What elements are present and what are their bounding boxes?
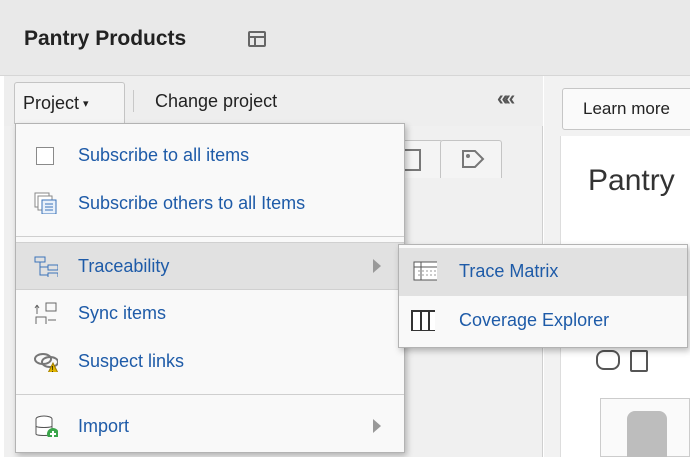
menu-item-subscribe-others[interactable]: Subscribe others to all Items xyxy=(16,180,404,228)
subscribe-others-icon xyxy=(34,192,57,214)
menu-item-label: Sync items xyxy=(78,303,167,323)
project-dropdown-menu: Subscribe to all items Subscribe others … xyxy=(15,123,405,453)
submenu-item-coverage-explorer[interactable]: Coverage Explorer xyxy=(399,297,687,345)
toolbar: Project ▾ Change project «« xyxy=(4,76,543,126)
comment-icon[interactable] xyxy=(596,350,620,370)
content-heading: Pantry xyxy=(588,164,675,197)
app-header: Pantry Products xyxy=(0,0,690,76)
menu-item-import[interactable]: Import xyxy=(16,403,404,451)
submenu-item-label: Trace Matrix xyxy=(459,261,559,281)
menu-item-label: Subscribe others to all Items xyxy=(78,193,306,213)
menu-item-label: Subscribe to all items xyxy=(78,145,250,165)
tab-tags[interactable] xyxy=(440,140,502,178)
checkbox-icon[interactable] xyxy=(36,147,54,165)
thumbnail-card[interactable] xyxy=(600,398,690,457)
project-menu-button[interactable]: Project ▾ xyxy=(14,82,125,124)
menu-item-label: Traceability xyxy=(78,256,170,276)
trace-matrix-icon xyxy=(413,261,437,281)
thumbnail-image xyxy=(627,411,667,457)
project-label: Project xyxy=(23,93,80,113)
menu-item-traceability[interactable]: Traceability xyxy=(16,242,404,290)
sync-items-icon xyxy=(34,302,57,324)
toolbar-divider xyxy=(133,90,134,112)
layout-icon[interactable] xyxy=(248,31,266,47)
svg-text:!: ! xyxy=(52,365,54,372)
menu-item-suspect-links[interactable]: ! Suspect links xyxy=(16,338,404,386)
chevron-down-icon: ▾ xyxy=(83,98,89,110)
menu-item-sync-items[interactable]: Sync items xyxy=(16,290,404,338)
menu-divider xyxy=(16,236,404,237)
tag-icon xyxy=(462,150,485,168)
menu-divider xyxy=(16,394,404,395)
traceability-submenu: Trace Matrix Coverage Explorer xyxy=(398,244,688,348)
change-project-button[interactable]: Change project xyxy=(155,91,277,112)
coverage-explorer-icon xyxy=(411,310,435,331)
copy-icon[interactable] xyxy=(630,350,648,372)
suspect-links-icon: ! xyxy=(34,353,58,372)
submenu-item-trace-matrix[interactable]: Trace Matrix xyxy=(399,248,687,296)
learn-more-button[interactable]: Learn more xyxy=(562,88,690,130)
page-title: Pantry Products xyxy=(24,27,187,50)
menu-item-label: Suspect links xyxy=(78,351,185,371)
menu-item-label: Import xyxy=(78,416,130,436)
import-icon xyxy=(35,415,58,437)
traceability-icon xyxy=(34,256,58,277)
menu-item-subscribe-all[interactable]: Subscribe to all items xyxy=(16,132,404,180)
collapse-panel-icon[interactable]: «« xyxy=(497,88,515,111)
chevron-right-icon xyxy=(373,259,381,273)
submenu-item-label: Coverage Explorer xyxy=(459,310,610,330)
chevron-right-icon xyxy=(373,419,381,433)
